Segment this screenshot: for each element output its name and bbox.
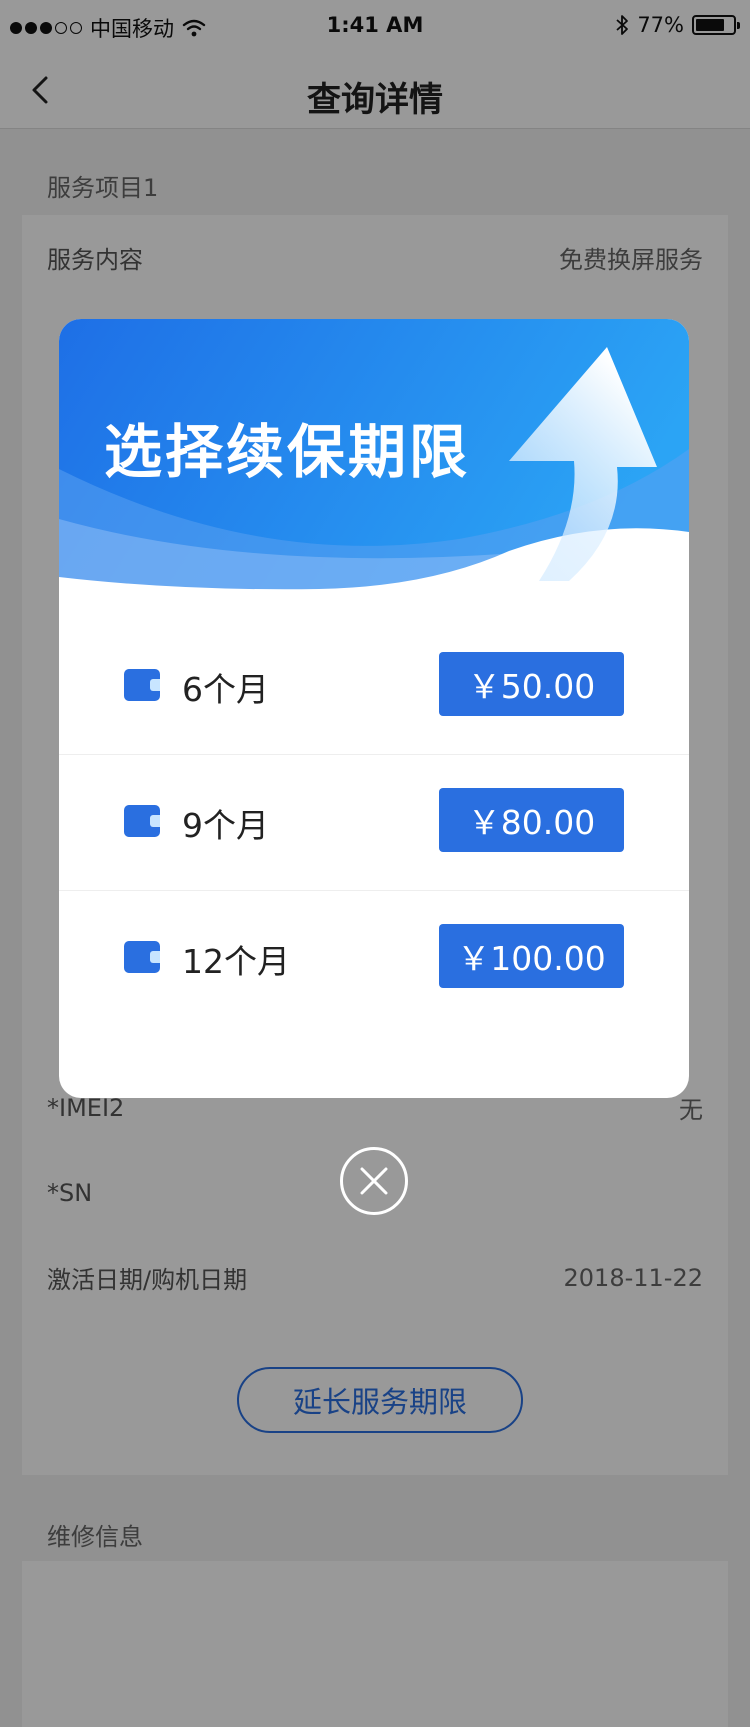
close-dialog-button[interactable] — [340, 1147, 408, 1215]
price-button[interactable]: ￥50.00 — [439, 652, 624, 716]
renewal-period-dialog: 选择续保期限 6个月 ￥50.00 9个月 ￥80.00 12个月 ￥100.0… — [59, 319, 689, 1098]
wallet-icon — [124, 805, 160, 837]
option-6-months[interactable]: 6个月 ￥50.00 — [59, 619, 689, 755]
option-label: 9个月 — [182, 806, 269, 845]
modal-title: 选择续保期限 — [104, 418, 471, 486]
option-label: 12个月 — [182, 942, 290, 981]
option-label: 6个月 — [182, 670, 269, 709]
option-12-months[interactable]: 12个月 ￥100.00 — [59, 891, 689, 1027]
price-button[interactable]: ￥80.00 — [439, 788, 624, 852]
price-button[interactable]: ￥100.00 — [439, 924, 624, 988]
option-9-months[interactable]: 9个月 ￥80.00 — [59, 755, 689, 891]
close-icon — [360, 1167, 388, 1195]
wallet-icon — [124, 941, 160, 973]
wallet-icon — [124, 669, 160, 701]
